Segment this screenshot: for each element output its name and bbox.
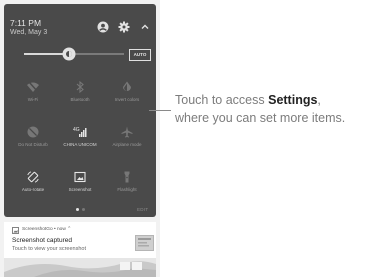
tile-wifi[interactable]: Wi-Fi [8, 80, 58, 116]
tile-label: Airplane mode [112, 142, 142, 147]
phone-screen: 7:11 PM Wed, May 3 AUTO Wi-Fi Bluetooth … [0, 0, 160, 277]
tile-auto-rotate[interactable]: Auto-rotate [8, 170, 58, 206]
screenshot-app-icon [12, 227, 19, 234]
tile-label: Wi-Fi [27, 97, 39, 102]
status-time: 7:11 PM [10, 18, 42, 28]
tile-label: Flashlight [117, 187, 137, 192]
notification-title: Screenshot captured [12, 237, 72, 244]
tile-label: Bluetooth [70, 97, 90, 102]
tile-screenshot[interactable]: Screenshot [55, 170, 105, 206]
page-indicator-active [76, 208, 79, 211]
tile-invert-colors[interactable]: Invert colors [102, 80, 152, 116]
auto-rotate-icon [26, 170, 40, 184]
status-date: Wed, May 3 [10, 29, 48, 36]
tile-label: Auto-rotate [21, 187, 45, 192]
invert-colors-icon [120, 80, 134, 94]
page-root: 7:11 PM Wed, May 3 AUTO Wi-Fi Bluetooth … [0, 0, 372, 277]
callout-settings-bold: Settings [268, 93, 318, 107]
gear-icon[interactable] [117, 20, 131, 34]
tile-label: Do Not Disturb [18, 142, 48, 147]
tile-label: Screenshot [68, 187, 92, 192]
auto-brightness-button[interactable]: AUTO [129, 49, 151, 61]
account-icon[interactable] [96, 20, 110, 34]
airplane-icon [120, 125, 134, 139]
tile-bluetooth[interactable]: Bluetooth [55, 80, 105, 116]
tile-airplane-mode[interactable]: Airplane mode [102, 125, 152, 161]
notification-app-line: ScreenshotGo • now ⌃ [22, 227, 72, 232]
chevron-up-icon[interactable] [138, 20, 152, 34]
tile-label: CHINA UNICOM [63, 142, 97, 147]
screenshot-preview-image[interactable] [4, 258, 156, 277]
bluetooth-icon [73, 80, 87, 94]
callout-prefix: Touch to access [175, 93, 269, 107]
wifi-off-icon [26, 80, 40, 94]
do-not-disturb-icon [26, 125, 40, 139]
brightness-slider[interactable] [24, 47, 124, 61]
edit-button[interactable]: EDIT [137, 207, 148, 212]
tile-do-not-disturb[interactable]: Do Not Disturb [8, 125, 58, 161]
page-indicator [82, 208, 85, 211]
screenshot-notification[interactable]: ScreenshotGo • now ⌃ Screenshot captured… [4, 222, 156, 277]
brightness-icon[interactable] [62, 47, 76, 61]
tile-mobile-data[interactable]: 4G CHINA UNICOM [55, 125, 105, 161]
flashlight-icon [120, 170, 134, 184]
callout-text: Touch to access Settings, where you can … [175, 91, 345, 127]
callout-line [149, 110, 171, 111]
signal-icon: 4G [73, 125, 87, 139]
tile-flashlight[interactable]: Flashlight [102, 170, 152, 206]
notification-body: Touch to view your screenshot [12, 246, 86, 252]
callout-line2: where you can set more items. [175, 111, 346, 125]
screenshot-thumbnail[interactable] [135, 235, 154, 251]
quick-settings-panel: 7:11 PM Wed, May 3 AUTO Wi-Fi Bluetooth … [4, 4, 156, 217]
callout-suffix: , [317, 93, 321, 107]
svg-text:4G: 4G [73, 127, 80, 133]
tile-label: Invert colors [114, 97, 140, 102]
screenshot-icon [73, 170, 87, 184]
